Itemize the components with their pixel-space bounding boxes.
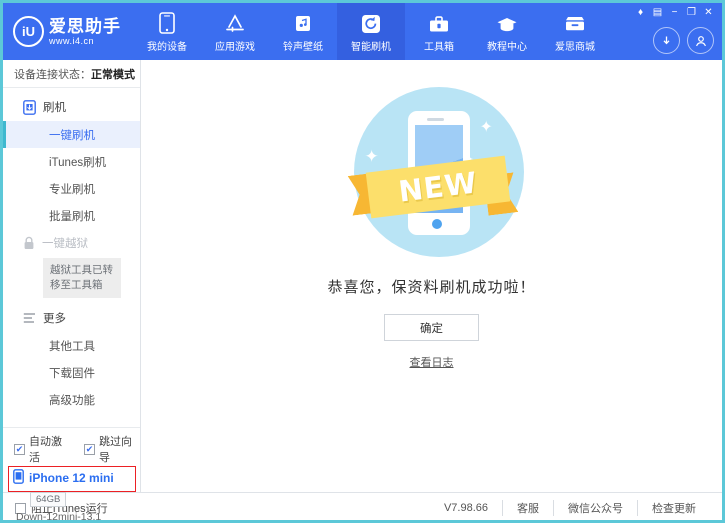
- option-auto-activate[interactable]: ✔ 自动激活: [14, 433, 70, 465]
- main-nav: 我的设备 应用游戏 铃声壁纸 智能刷机: [133, 3, 609, 60]
- nav-item-my-device[interactable]: 我的设备: [133, 3, 201, 60]
- option-label: 跳过向导: [99, 433, 140, 465]
- nav-item-ringtones-wallpapers[interactable]: 铃声壁纸: [269, 3, 337, 60]
- logo-url: www.i4.cn: [49, 37, 121, 46]
- nav-item-toolbox[interactable]: 工具箱: [405, 3, 473, 60]
- phone-icon: [159, 10, 175, 34]
- sidebar-item-advanced[interactable]: 高级功能: [3, 386, 140, 413]
- sidebar-item-batch-flash[interactable]: 批量刷机: [3, 202, 140, 229]
- sidebar-item-download-firmware[interactable]: 下载固件: [3, 359, 140, 386]
- sidebar-options: ✔ 自动激活 ✔ 跳过向导: [3, 437, 140, 461]
- nav-label: 教程中心: [487, 38, 527, 53]
- checkbox-auto-activate[interactable]: ✔: [14, 444, 25, 455]
- option-skip-wizard[interactable]: ✔ 跳过向导: [84, 433, 140, 465]
- phone-icon: [13, 469, 24, 487]
- option-label: 自动激活: [29, 433, 70, 465]
- app-body: 设备连接状态：正常模式 刷机 一键刷机 iTunes刷机 专业刷机 批量刷机: [3, 60, 722, 492]
- sidebar-item-label: 一键刷机: [49, 127, 95, 143]
- sidebar-item-label: iTunes刷机: [49, 154, 106, 170]
- nav-label: 智能刷机: [351, 38, 391, 53]
- new-phone-illustration: ✦ ✦ ✦ NEW: [334, 78, 530, 264]
- main-content: ✦ ✦ ✦ NEW 恭喜您，保资料刷机成功啦！ 确定 查看日志: [141, 60, 722, 492]
- sidebar-item-label: 其他工具: [49, 338, 95, 354]
- sidebar-item-pro-flash[interactable]: 专业刷机: [3, 175, 140, 202]
- sidebar-group-more: 更多: [3, 304, 140, 332]
- sidebar-item-label: 批量刷机: [49, 208, 95, 224]
- nav-item-apps-games[interactable]: 应用游戏: [201, 3, 269, 60]
- minimize-button[interactable]: −: [667, 6, 682, 19]
- logo-mark-icon: iU: [13, 16, 44, 47]
- sidebar-item-jailbreak: 一键越狱: [3, 229, 140, 256]
- illustration-phone-speaker: [427, 118, 444, 121]
- graduation-cap-icon: [496, 10, 518, 34]
- sparkle-icon: ✦: [480, 120, 493, 136]
- device-name-row: iPhone 12 mini: [13, 469, 140, 487]
- app-logo: iU 爱思助手 www.i4.cn: [3, 3, 133, 60]
- shop-icon: [563, 10, 587, 34]
- sidebar-item-one-key-flash[interactable]: 一键刷机: [3, 121, 140, 148]
- phone-flash-icon: [23, 100, 36, 115]
- sidebar-divider: [3, 427, 140, 428]
- sidebar-item-label: 高级功能: [49, 392, 95, 408]
- ribbon-badge-text: NEW: [396, 165, 479, 208]
- sidebar-item-label: 专业刷机: [49, 181, 95, 197]
- nav-label: 我的设备: [147, 38, 187, 53]
- version-label: V7.98.66: [444, 502, 488, 514]
- jailbreak-tooltip: 越狱工具已转移至工具箱: [43, 258, 121, 298]
- sidebar: 设备连接状态：正常模式 刷机 一键刷机 iTunes刷机 专业刷机 批量刷机: [3, 60, 141, 492]
- window-controls: ♦ ▤ − ❐ ✕: [633, 6, 716, 19]
- app-window: iU 爱思助手 www.i4.cn 我的设备 应用游戏: [0, 0, 725, 523]
- device-capacity-badge: 64GB: [30, 492, 66, 507]
- confirm-button[interactable]: 确定: [384, 314, 479, 341]
- list-icon: [23, 312, 36, 324]
- connection-status-value: 正常模式: [91, 66, 135, 82]
- sidebar-item-other-tools[interactable]: 其他工具: [3, 332, 140, 359]
- wechat-link[interactable]: 微信公众号: [553, 500, 637, 516]
- checkbox-skip-wizard[interactable]: ✔: [84, 444, 95, 455]
- connection-status: 设备连接状态：正常模式: [3, 60, 140, 88]
- account-button[interactable]: [687, 27, 714, 54]
- appstore-icon: [224, 10, 246, 34]
- lock-icon: [23, 236, 35, 250]
- maximize-button[interactable]: ❐: [684, 6, 699, 19]
- nav-label: 爱思商城: [555, 38, 595, 53]
- sparkle-icon: ✦: [365, 148, 379, 165]
- connection-status-label: 设备连接状态：: [14, 66, 91, 82]
- device-info[interactable]: iPhone 12 mini 64GB Down-12mini-13,1: [3, 461, 140, 523]
- support-link[interactable]: 客服: [502, 500, 553, 516]
- sidebar-group-label: 更多: [43, 310, 66, 326]
- device-name: iPhone 12 mini: [29, 471, 114, 485]
- menu-button[interactable]: ▤: [650, 6, 665, 19]
- nav-item-smart-flash[interactable]: 智能刷机: [337, 3, 405, 60]
- check-update-link[interactable]: 检查更新: [637, 500, 710, 516]
- status-bar-right: V7.98.66 客服 微信公众号 检查更新: [444, 500, 710, 516]
- download-button[interactable]: [653, 27, 680, 54]
- app-header: iU 爱思助手 www.i4.cn 我的设备 应用游戏: [3, 3, 722, 60]
- logo-text: 爱思助手 www.i4.cn: [49, 18, 121, 46]
- sidebar-group-flash: 刷机: [3, 93, 140, 121]
- view-log-link[interactable]: 查看日志: [410, 354, 454, 370]
- music-icon: [294, 10, 312, 34]
- sidebar-item-label: 一键越狱: [42, 235, 88, 251]
- nav-label: 铃声壁纸: [283, 38, 323, 53]
- illustration-phone-home-button: [432, 219, 442, 229]
- skin-button[interactable]: ♦: [633, 6, 648, 19]
- logo-name: 爱思助手: [49, 18, 121, 35]
- success-message: 恭喜您，保资料刷机成功啦！: [327, 276, 535, 297]
- nav-item-tutorial-center[interactable]: 教程中心: [473, 3, 541, 60]
- refresh-icon: [361, 10, 381, 34]
- close-button[interactable]: ✕: [701, 6, 716, 19]
- sidebar-group-label: 刷机: [43, 99, 66, 115]
- nav-label: 工具箱: [424, 38, 454, 53]
- toolbox-icon: [428, 10, 450, 34]
- nav-item-store[interactable]: 爱思商城: [541, 3, 609, 60]
- sidebar-item-label: 下载固件: [49, 365, 95, 381]
- nav-label: 应用游戏: [215, 38, 255, 53]
- sidebar-item-itunes-flash[interactable]: iTunes刷机: [3, 148, 140, 175]
